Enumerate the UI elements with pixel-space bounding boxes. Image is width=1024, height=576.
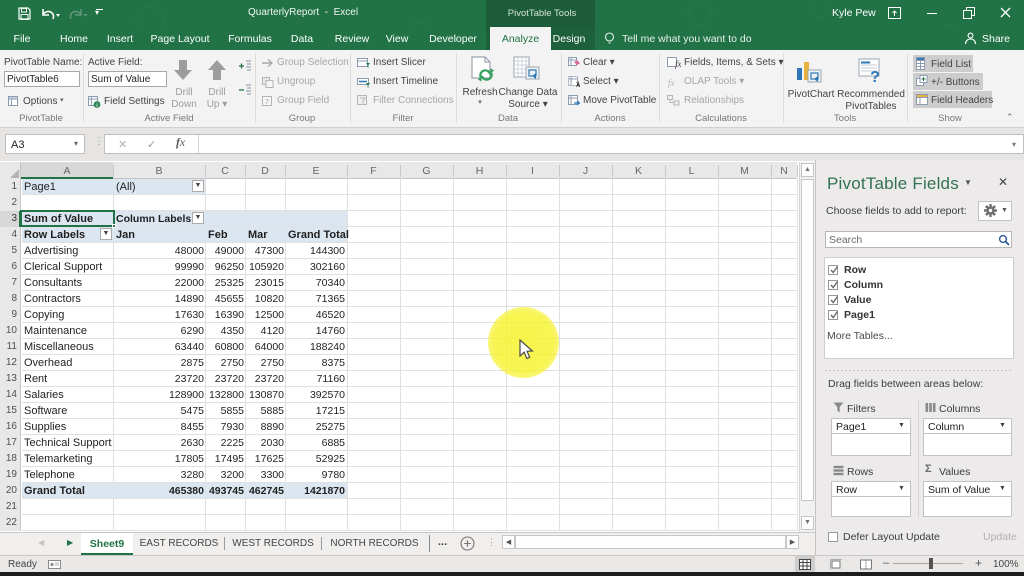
- svg-text:fx: fx: [675, 59, 681, 69]
- svg-text:fx: fx: [668, 78, 675, 88]
- svg-text:?: ?: [870, 69, 880, 84]
- svg-text:7: 7: [265, 99, 269, 106]
- svg-text:i: i: [96, 102, 97, 108]
